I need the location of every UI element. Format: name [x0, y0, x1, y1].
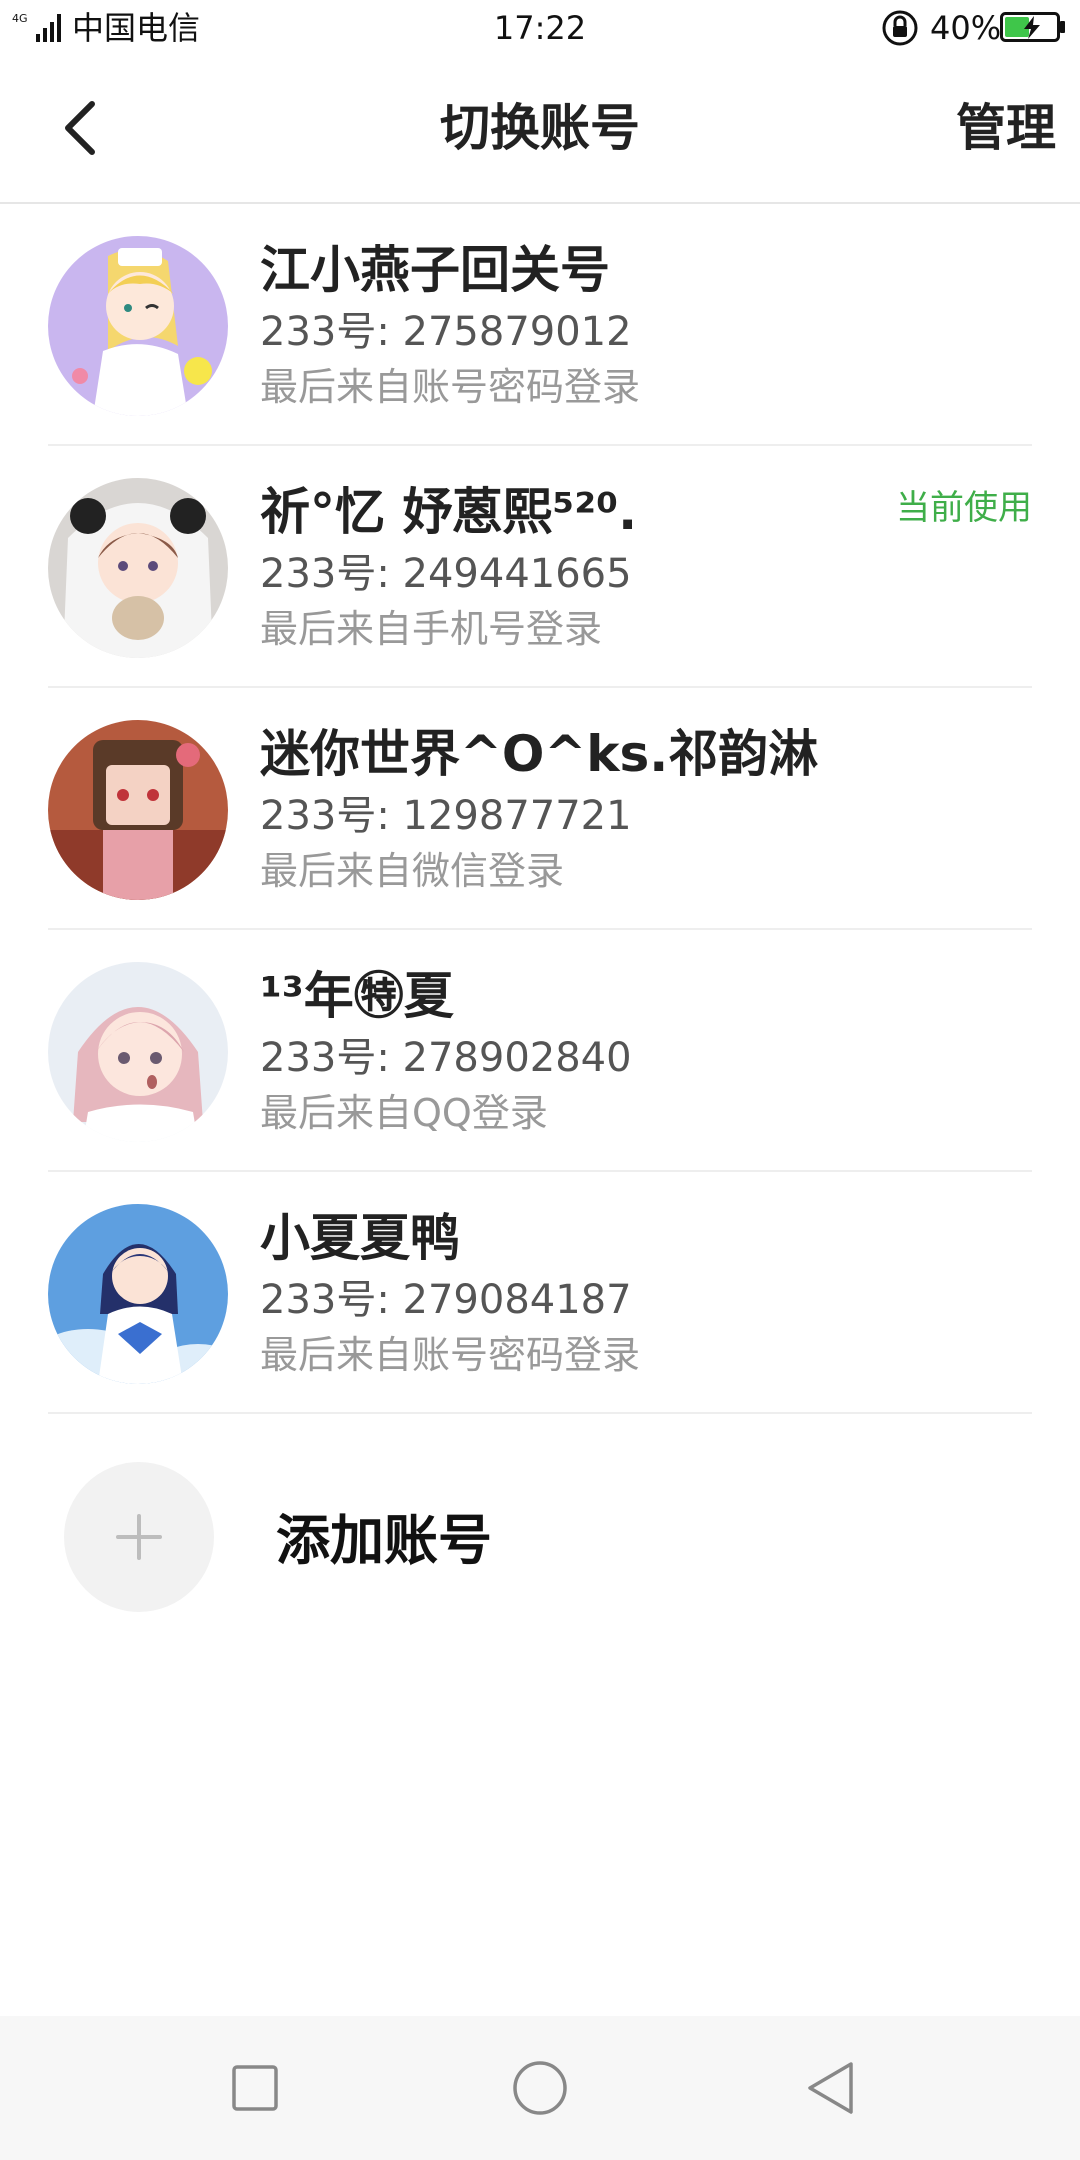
- account-name: 江小燕子回关号: [260, 241, 610, 299]
- last-login-method: 最后来自手机号登录: [260, 607, 603, 651]
- switch-account-screen: 4G 中国电信 17:22 40% 切换账号 管理 江小燕子回关号 233号: …: [0, 0, 1080, 2160]
- add-account-circle[interactable]: [64, 1462, 214, 1612]
- account-list: 江小燕子回关号 233号: 275879012 最后来自账号密码登录 祈°忆 妤: [0, 204, 1080, 1414]
- square-icon: [232, 2065, 278, 2111]
- header: 切换账号 管理: [0, 56, 1080, 204]
- account-name: 迷你世界^O^ks.祁韵淋: [260, 725, 819, 783]
- last-login-method: 最后来自账号密码登录: [260, 1333, 641, 1377]
- avatar: [48, 962, 228, 1142]
- recent-apps-button[interactable]: [217, 2050, 293, 2126]
- avatar: [48, 478, 228, 658]
- page-title: 切换账号: [440, 99, 640, 157]
- avatar: [48, 1204, 228, 1384]
- account-item[interactable]: 迷你世界^O^ks.祁韵淋 233号: 129877721 最后来自微信登录: [48, 688, 1032, 930]
- current-account-badge: 当前使用: [896, 488, 1032, 528]
- plus-icon: [116, 1514, 162, 1560]
- battery-charging-icon: [1000, 12, 1065, 42]
- account-id: 233号: 275879012: [260, 309, 632, 355]
- avatar-image: [48, 720, 228, 900]
- account-item[interactable]: 江小燕子回关号 233号: 275879012 最后来自账号密码登录: [48, 204, 1032, 446]
- account-name: 小夏夏鸭: [260, 1209, 460, 1267]
- account-name: ¹³年㊕夏: [260, 967, 454, 1025]
- account-id: 233号: 129877721: [260, 793, 632, 839]
- account-id: 233号: 278902840: [260, 1035, 632, 1081]
- back-nav-button[interactable]: [792, 2050, 868, 2126]
- last-login-method: 最后来自微信登录: [260, 849, 565, 893]
- home-button[interactable]: [502, 2050, 578, 2126]
- account-item[interactable]: ¹³年㊕夏 233号: 278902840 最后来自QQ登录: [48, 930, 1032, 1172]
- battery-percent: 40%: [930, 9, 1002, 47]
- add-account-label: 添加账号: [276, 1509, 492, 1572]
- circle-icon: [513, 2061, 567, 2115]
- last-login-method: 最后来自QQ登录: [260, 1091, 548, 1135]
- rotation-lock-icon: [882, 10, 918, 46]
- account-id: 233号: 279084187: [260, 1277, 632, 1323]
- triangle-back-icon: [808, 2062, 853, 2114]
- account-id: 233号: 249441665: [260, 551, 632, 597]
- account-name: 祈°忆 妤蒽熙⁵²⁰.: [260, 483, 638, 541]
- avatar: [48, 236, 228, 416]
- avatar-image: [48, 962, 228, 1142]
- account-item[interactable]: 祈°忆 妤蒽熙⁵²⁰. 233号: 249441665 最后来自手机号登录 当前…: [48, 446, 1032, 688]
- account-item[interactable]: 小夏夏鸭 233号: 279084187 最后来自账号密码登录: [48, 1172, 1032, 1414]
- avatar-image: [48, 478, 228, 658]
- avatar-image: [48, 1204, 228, 1384]
- add-account-button[interactable]: 添加账号: [0, 1414, 1080, 1654]
- avatar: [48, 720, 228, 900]
- manage-button[interactable]: 管理: [956, 96, 1056, 160]
- system-navigation-bar: [0, 2016, 1080, 2160]
- status-bar: 4G 中国电信 17:22 40%: [0, 0, 1080, 56]
- last-login-method: 最后来自账号密码登录: [260, 365, 641, 409]
- avatar-image: [48, 236, 228, 416]
